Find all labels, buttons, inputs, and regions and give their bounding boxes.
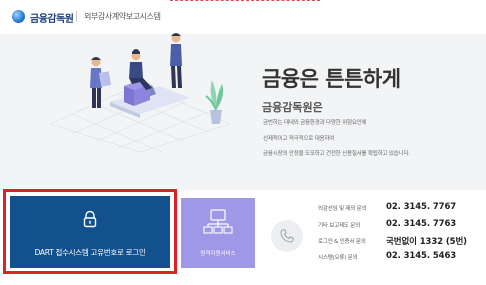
phone-icon-wrapper bbox=[271, 220, 303, 252]
hero-slogan: 금융은 튼튼하게 bbox=[262, 67, 401, 91]
network-icon bbox=[203, 209, 233, 234]
dashed-divider bbox=[170, 0, 320, 1]
hero-desc-line: 선제적이고 적극적으로 대응하여 bbox=[263, 136, 335, 142]
system-name: 외부감사계약보고시스템 bbox=[84, 12, 161, 21]
org-name[interactable]: 금융감독원 bbox=[30, 10, 74, 25]
contact-label: 외감선임 및 제외 문의 bbox=[318, 206, 367, 212]
contact-phone: 국번없이 1332 (5번) bbox=[386, 237, 467, 247]
contact-label: 기타 보고제도 문의 bbox=[318, 223, 360, 229]
remote-support-label: 원격지원서비스 bbox=[200, 251, 236, 257]
dart-login-button[interactable]: DART 접수시스템 고유번호로 로그인 bbox=[10, 196, 170, 268]
dart-login-label: DART 접수시스템 고유번호로 로그인 bbox=[34, 248, 146, 257]
phone-icon bbox=[280, 229, 294, 243]
lock-icon bbox=[83, 210, 97, 228]
contact-phone: 02. 3145. 7763 bbox=[386, 219, 457, 229]
hero-desc-line: 금번하는 대내외 금융환경과 다양한 위험요인에 bbox=[263, 120, 367, 126]
contact-label: 시스템(오류) 문의 bbox=[318, 255, 358, 261]
hero-subtitle: 금융감독원은 bbox=[262, 101, 323, 114]
hero-desc-line: 금융시장의 안정을 도모하고 건전한 신용질서를 확립하고 있습니다. bbox=[263, 151, 410, 157]
contact-label: 로그인 & 인증서 문의 bbox=[318, 239, 366, 245]
contact-phone: 02. 3145. 5463 bbox=[386, 251, 457, 261]
contact-phone: 02. 3145. 7767 bbox=[386, 202, 457, 212]
remote-support-button[interactable]: 원격지원서비스 bbox=[181, 198, 255, 268]
office-illustration bbox=[49, 33, 231, 152]
fss-logo-icon[interactable] bbox=[12, 10, 25, 23]
logo-divider bbox=[76, 11, 77, 22]
